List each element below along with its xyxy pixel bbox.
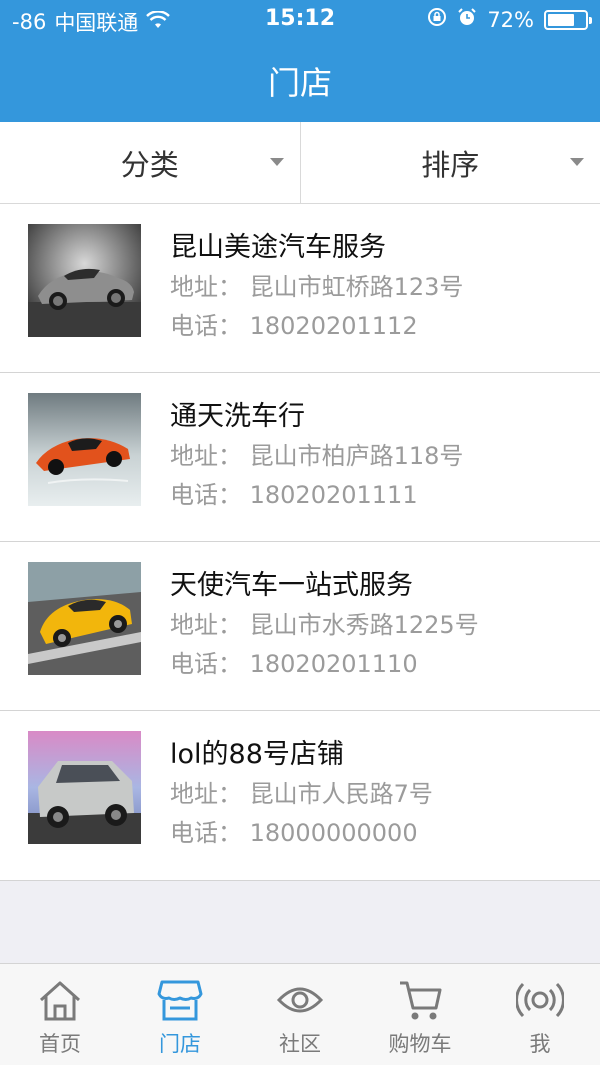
store-thumbnail (28, 224, 141, 337)
tab-label: 我 (529, 1032, 551, 1056)
store-phone: 电话： 18000000000 (170, 819, 418, 847)
store-name: lol的88号店铺 (170, 739, 344, 770)
dropdown-arrow-icon (269, 158, 284, 166)
tab-label: 门店 (159, 1032, 201, 1056)
store-name: 天使汽车一站式服务 (170, 570, 413, 601)
battery-percent: 72% (487, 7, 534, 32)
store-address: 地址： 昆山市人民路7号 (170, 780, 433, 808)
filter-bar: 分类 排序 (0, 122, 600, 204)
alarm-icon (457, 7, 477, 32)
app-header: -86 中国联通 15:12 72% 门店 (0, 0, 600, 122)
rotation-lock-icon (427, 7, 447, 32)
eye-icon (276, 978, 324, 1022)
sort-filter[interactable]: 排序 (299, 122, 600, 203)
category-filter[interactable]: 分类 (0, 122, 300, 203)
tab-bar: 首页 门店 社区 购物车 我 (0, 963, 600, 1065)
store-phone: 电话： 18020201110 (170, 650, 418, 678)
store-thumbnail (28, 562, 141, 675)
store-name: 昆山美途汽车服务 (170, 232, 386, 263)
tab-home[interactable]: 首页 (0, 964, 120, 1065)
store-item[interactable]: 昆山美途汽车服务 地址： 昆山市虹桥路123号 电话： 18020201112 (0, 204, 600, 373)
sort-filter-label: 排序 (421, 147, 480, 182)
tab-label: 首页 (39, 1032, 81, 1056)
home-icon (36, 978, 84, 1022)
store-list: 昆山美途汽车服务 地址： 昆山市虹桥路123号 电话： 18020201112 … (0, 204, 600, 881)
tab-community[interactable]: 社区 (240, 964, 360, 1065)
tab-me[interactable]: 我 (480, 964, 600, 1065)
store-icon (156, 978, 204, 1022)
dropdown-arrow-icon (570, 158, 584, 166)
store-phone: 电话： 18020201111 (170, 481, 418, 509)
status-bar: -86 中国联通 15:12 72% (0, 0, 600, 40)
broadcast-icon (516, 978, 564, 1022)
store-item[interactable]: lol的88号店铺 地址： 昆山市人民路7号 电话： 18000000000 (0, 711, 600, 881)
store-phone: 电话： 18020201112 (170, 312, 418, 340)
store-address: 地址： 昆山市虹桥路123号 (170, 273, 464, 301)
cart-icon (396, 978, 444, 1022)
tab-cart[interactable]: 购物车 (360, 964, 480, 1065)
battery-icon (544, 9, 592, 30)
store-address: 地址： 昆山市水秀路1225号 (170, 611, 479, 639)
page-title: 门店 (267, 64, 332, 102)
store-name: 通天洗车行 (170, 401, 305, 432)
store-thumbnail (28, 731, 141, 844)
tab-label: 购物车 (388, 1032, 452, 1056)
store-thumbnail (28, 393, 141, 506)
store-item[interactable]: 天使汽车一站式服务 地址： 昆山市水秀路1225号 电话： 1802020111… (0, 542, 600, 711)
store-item[interactable]: 通天洗车行 地址： 昆山市柏庐路118号 电话： 18020201111 (0, 373, 600, 542)
category-filter-label: 分类 (120, 147, 179, 182)
tab-label: 社区 (279, 1032, 321, 1056)
store-address: 地址： 昆山市柏庐路118号 (170, 442, 464, 470)
tab-store[interactable]: 门店 (120, 964, 240, 1065)
